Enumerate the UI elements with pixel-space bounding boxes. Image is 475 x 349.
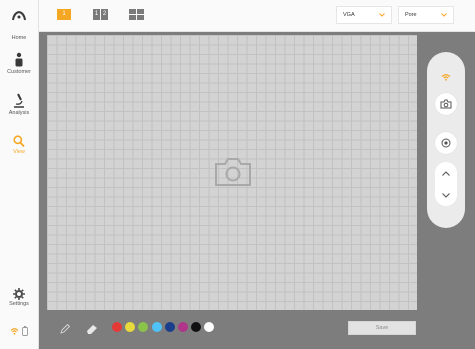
pen-button[interactable] <box>60 321 71 339</box>
layout-cell: 1 <box>57 9 71 20</box>
layout-cell <box>137 9 144 14</box>
sidebar-item-customer[interactable]: Customer <box>0 52 38 75</box>
camera-control-panel <box>427 52 465 228</box>
wifi-icon <box>10 328 19 335</box>
sidebar-item-view[interactable]: View <box>0 135 38 155</box>
sidebar: Home Customer Analysis View Settings <box>0 0 39 349</box>
down-button[interactable] <box>435 184 457 206</box>
logo-icon <box>12 11 26 21</box>
color-swatch[interactable] <box>164 322 175 332</box>
color-swatch[interactable] <box>138 322 149 332</box>
capture-button[interactable] <box>435 93 457 115</box>
layout-cell <box>129 15 136 20</box>
resolution-value: VGA <box>343 12 355 18</box>
chevron-down-icon <box>379 13 385 17</box>
customer-icon <box>15 52 23 67</box>
color-swatch[interactable] <box>125 322 136 332</box>
color-swatch[interactable] <box>204 322 215 332</box>
sidebar-item-label: View <box>13 149 25 155</box>
eraser-button[interactable] <box>86 321 98 339</box>
color-swatch[interactable] <box>112 322 122 332</box>
layout-cell <box>137 15 144 20</box>
mode-select[interactable]: Pore <box>398 6 454 24</box>
wifi-icon <box>441 74 451 81</box>
layout-split-button[interactable]: 1 2 <box>93 9 108 20</box>
chevron-down-icon <box>441 13 447 17</box>
layout-cell <box>129 9 136 14</box>
chevron-down-icon <box>442 192 450 198</box>
wifi-status <box>441 68 451 86</box>
record-icon <box>441 138 451 148</box>
layout-cell: 1 <box>93 9 100 20</box>
camera-icon <box>440 99 452 109</box>
sidebar-item-label: Settings <box>9 301 29 307</box>
layout-cell: 2 <box>101 9 108 20</box>
up-button[interactable] <box>435 162 457 184</box>
search-icon <box>13 135 25 148</box>
color-swatch[interactable] <box>151 322 162 332</box>
sidebar-item-label: Analysis <box>8 110 30 116</box>
record-button[interactable] <box>435 132 457 154</box>
image-canvas[interactable] <box>47 35 417 310</box>
sidebar-item-home[interactable]: Home <box>0 34 38 41</box>
color-swatch[interactable] <box>191 322 202 332</box>
chevron-up-icon <box>442 170 450 176</box>
layout-quad-button[interactable] <box>129 9 144 20</box>
layout-single-button[interactable]: 1 <box>57 9 71 20</box>
color-swatch[interactable] <box>178 322 188 332</box>
app-logo <box>0 10 38 22</box>
top-bar: 1 1 2 VGA Pore <box>39 0 475 32</box>
microscope-icon <box>14 93 24 108</box>
battery-icon <box>22 326 28 336</box>
gear-icon <box>13 288 25 300</box>
zoom-controls <box>435 162 457 206</box>
sidebar-item-settings[interactable]: Settings <box>0 288 38 307</box>
eraser-icon <box>87 325 97 334</box>
pen-icon <box>60 323 71 334</box>
resolution-select[interactable]: VGA <box>336 6 392 24</box>
camera-icon <box>215 158 251 186</box>
sidebar-item-label: Customer <box>7 69 31 75</box>
sidebar-item-analysis[interactable]: Analysis <box>0 93 38 116</box>
sidebar-item-label: Home <box>11 35 27 41</box>
status-bar <box>10 326 32 336</box>
mode-value: Pore <box>405 12 417 18</box>
save-button[interactable]: Save <box>348 321 416 335</box>
